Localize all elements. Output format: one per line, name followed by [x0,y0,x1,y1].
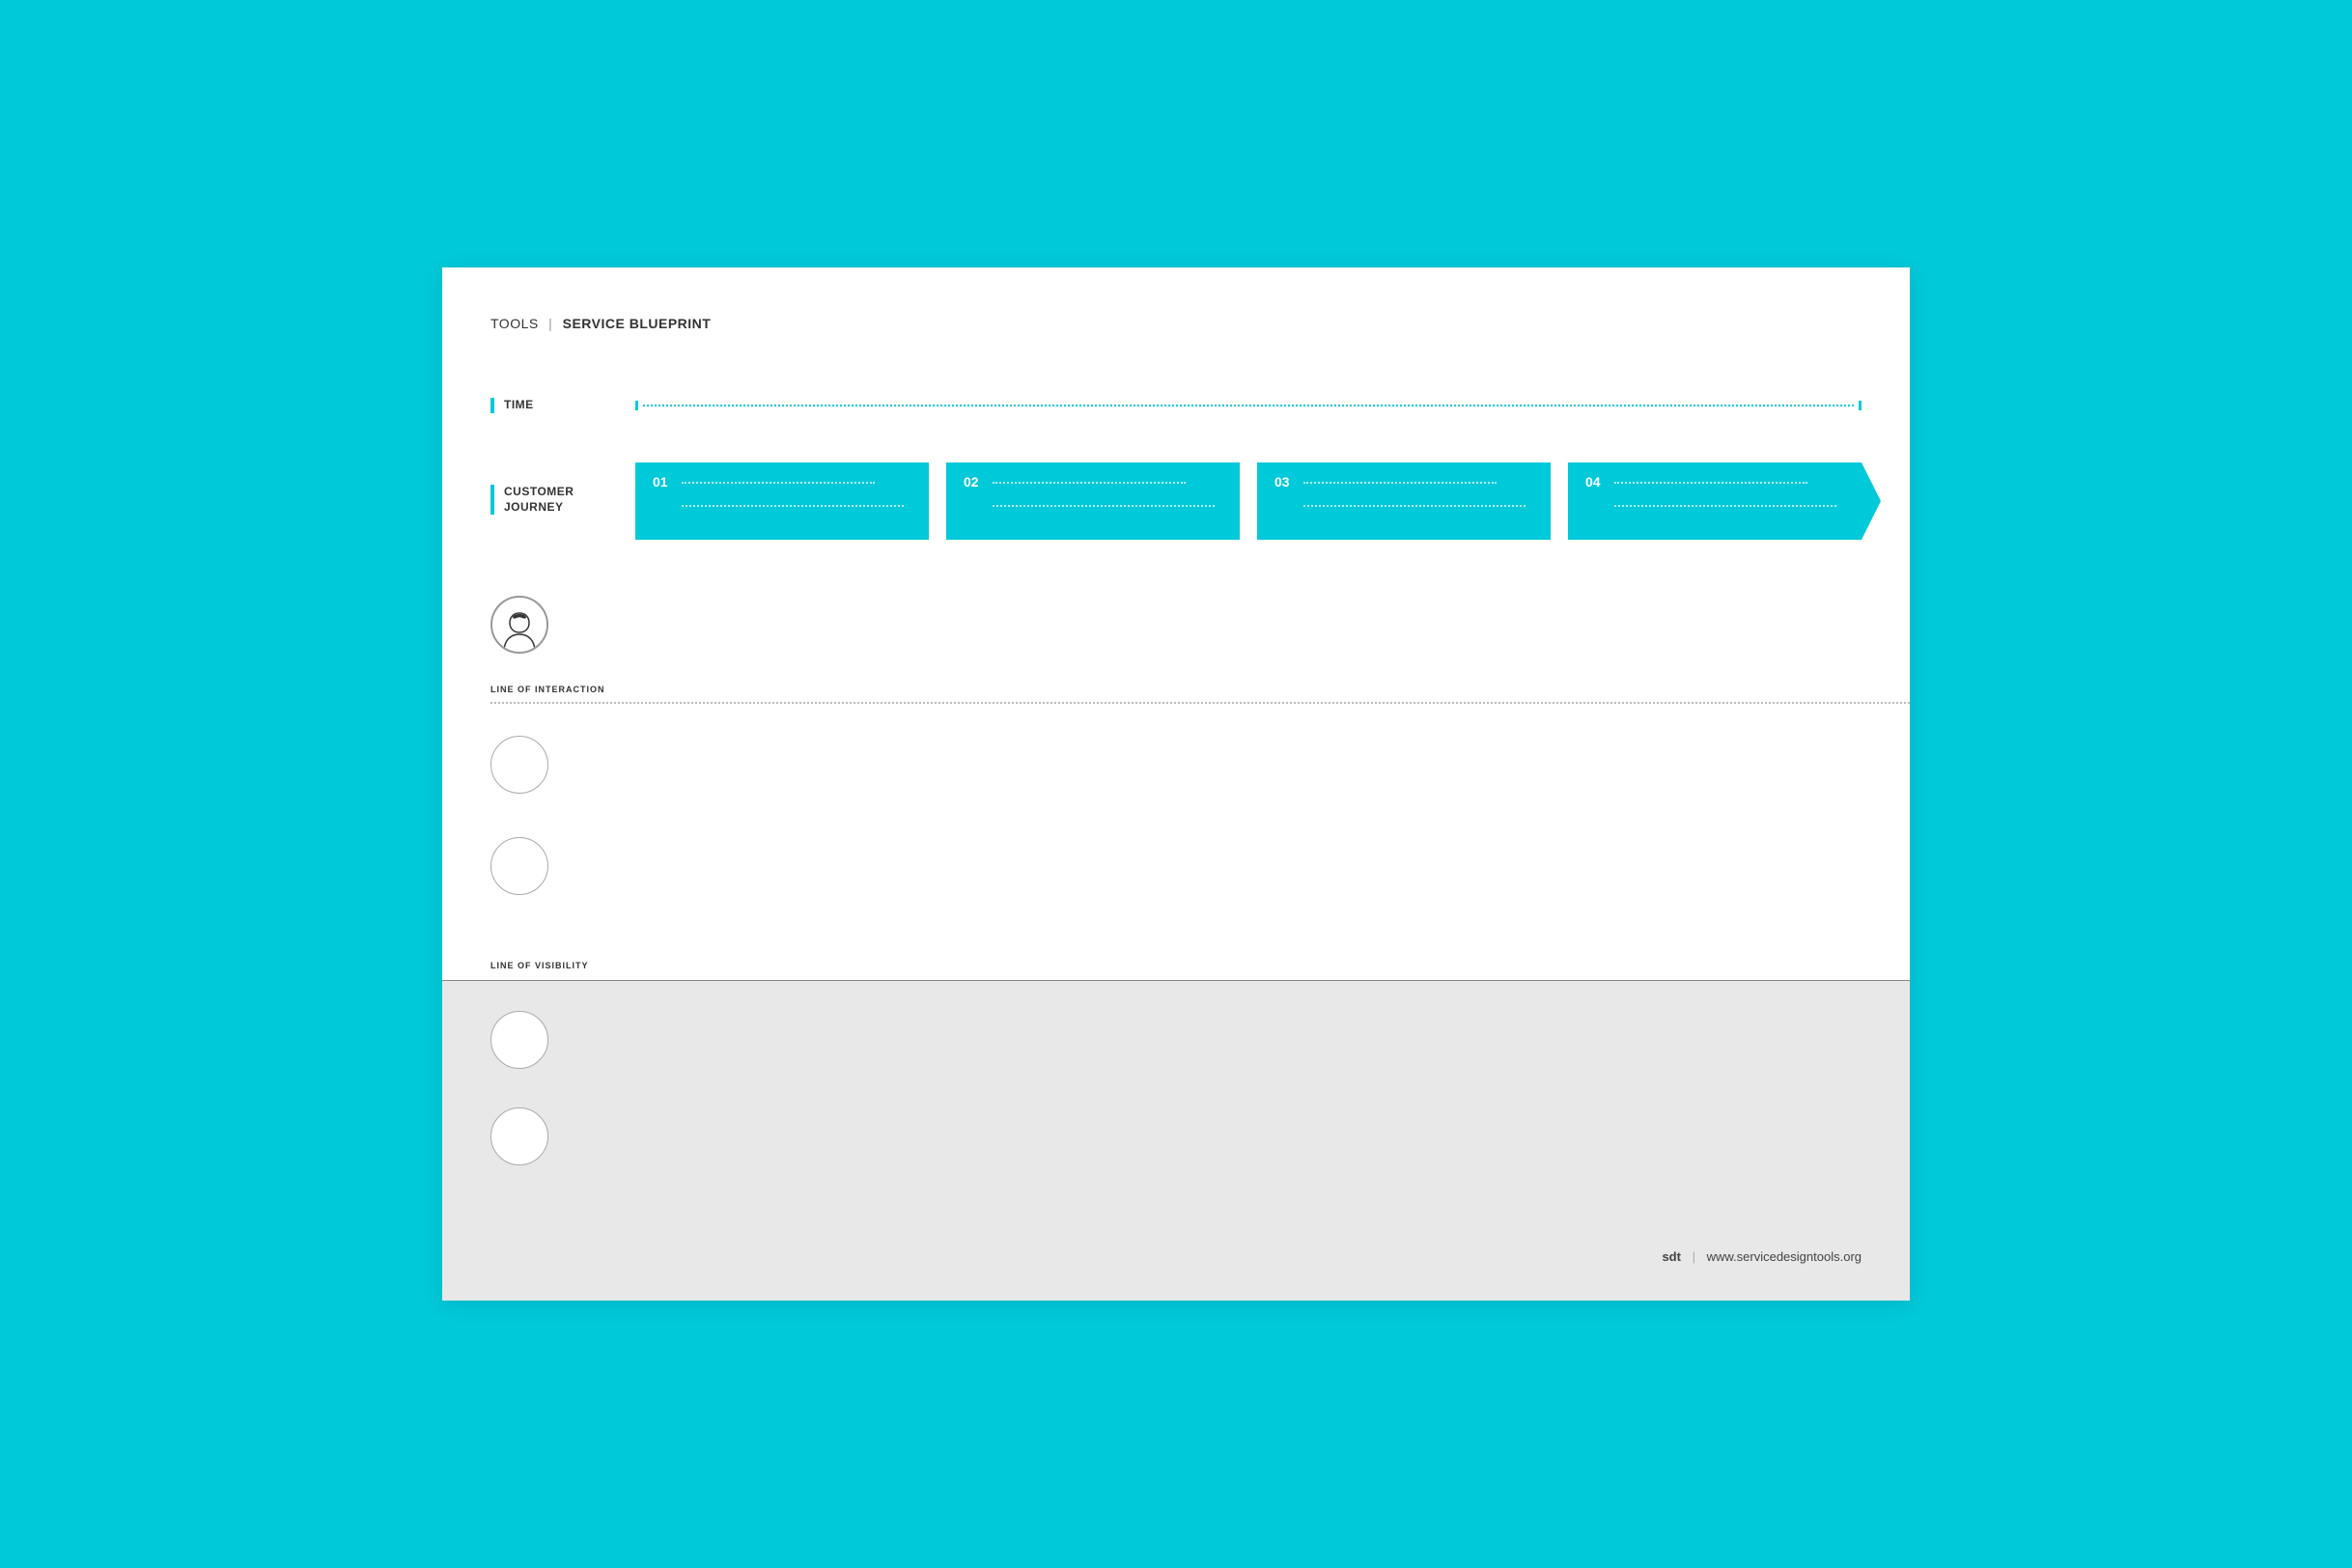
journey-placeholder-line [1303,482,1497,484]
journey-step-num: 03 [1274,474,1290,490]
blueprint-sheet: TOOLS | SERVICE BLUEPRINT TIME CUSTOMER … [442,267,1910,1301]
frontstage-actor-circle-1 [490,736,548,794]
footer-logo: sdt [1662,1249,1681,1264]
timeline-start-tick [635,401,638,410]
journey-placeholder-line2 [1303,505,1526,507]
journey-step-01: 01 [635,462,929,540]
footer: sdt | www.servicedesigntools.org [1662,1249,1862,1264]
header-title: SERVICE BLUEPRINT [563,316,712,331]
header-divider: | [548,316,552,331]
journey-placeholder-line [993,482,1186,484]
time-row-label: TIME [490,398,534,413]
footer-divider: | [1693,1249,1695,1264]
line-of-visibility-label: LINE OF VISIBILITY [490,961,589,970]
header-tools: TOOLS [490,316,539,331]
line-of-interaction-label: LINE OF INTERACTION [490,685,605,694]
journey-row-label: CUSTOMER JOURNEY [490,485,574,515]
customer-avatar-icon [490,596,548,654]
journey-placeholder-line [1614,482,1807,484]
journey-step-03: 03 [1257,462,1551,540]
journey-step-num: 01 [653,474,668,490]
timeline [635,401,1862,410]
footer-url: www.servicedesigntools.org [1707,1249,1862,1264]
timeline-end-tick [1859,401,1862,410]
journey-label-line1: CUSTOMER [504,485,574,498]
journey-placeholder-line2 [682,505,904,507]
time-label-text: TIME [504,398,534,411]
journey-row: 01 02 03 04 [635,462,1862,540]
header-breadcrumb: TOOLS | SERVICE BLUEPRINT [490,316,711,331]
journey-step-num: 04 [1585,474,1601,490]
journey-placeholder-line2 [993,505,1215,507]
backstage-actor-circle-2 [490,1107,548,1165]
journey-step-04: 04 [1568,462,1862,540]
journey-placeholder-line [682,482,875,484]
journey-placeholder-line2 [1614,505,1836,507]
timeline-dots [643,405,1854,406]
frontstage-actor-circle-2 [490,837,548,895]
line-of-interaction [490,702,1910,704]
journey-step-num: 02 [964,474,979,490]
journey-label-line2: JOURNEY [504,500,564,514]
backstage-actor-circle-1 [490,1011,548,1069]
journey-step-02: 02 [946,462,1240,540]
